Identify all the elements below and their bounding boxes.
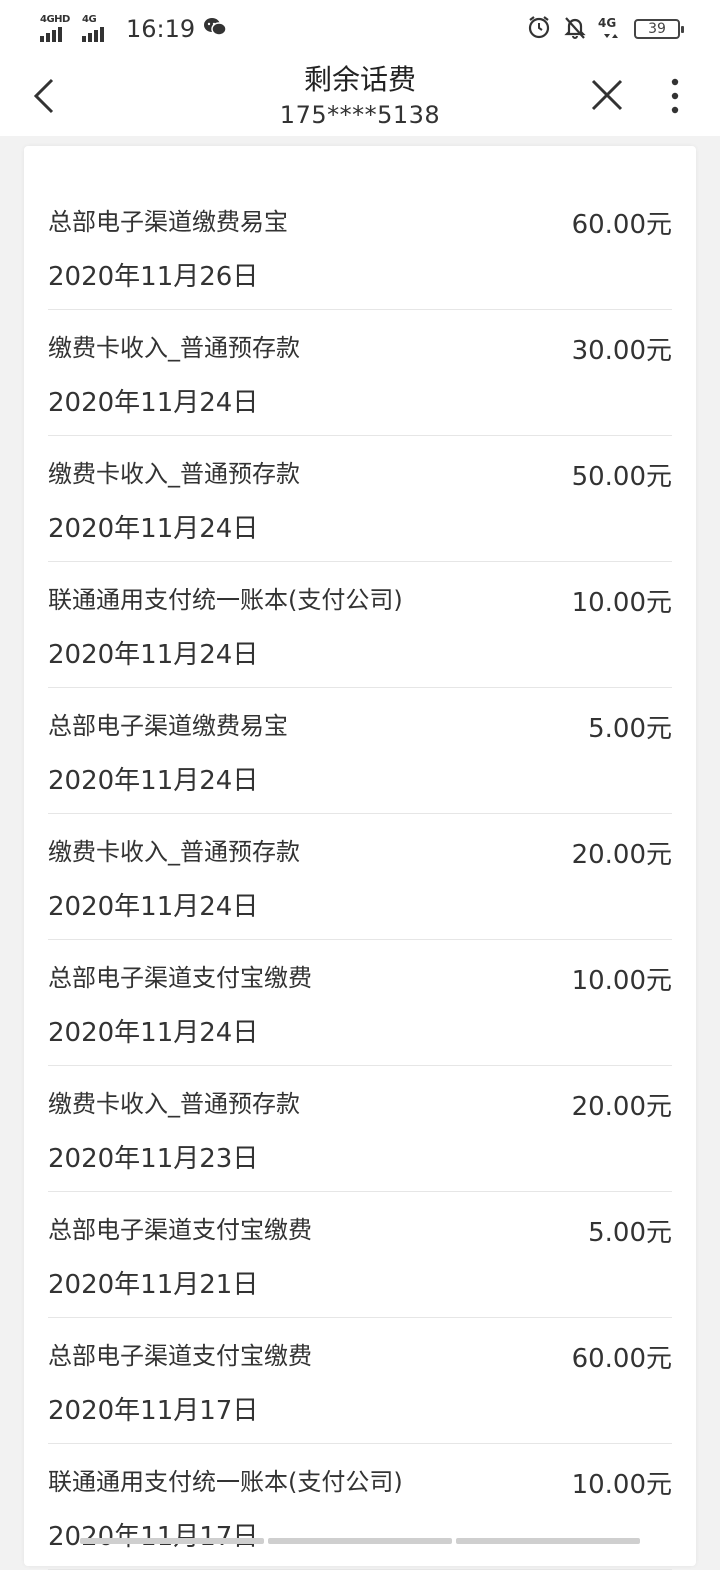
record-name: 缴费卡收入_普通预存款 bbox=[48, 334, 300, 362]
bottom-edge bbox=[80, 1538, 640, 1544]
list-item[interactable]: 缴费卡收入_普通预存款 20.00元 2020年11月23日 bbox=[48, 1066, 672, 1192]
record-amount: 60.00元 bbox=[571, 210, 672, 240]
record-date: 2020年11月24日 bbox=[48, 892, 259, 922]
record-date: 2020年11月21日 bbox=[48, 1270, 259, 1300]
record-name: 联通通用支付统一账本(支付公司) bbox=[48, 586, 403, 614]
alarm-icon bbox=[526, 14, 552, 44]
record-date: 2020年11月23日 bbox=[48, 1144, 259, 1174]
record-name: 总部电子渠道缴费易宝 bbox=[48, 712, 288, 740]
network-4g-icon: 4G bbox=[598, 16, 624, 42]
close-button[interactable] bbox=[588, 76, 626, 114]
record-amount: 60.00元 bbox=[571, 1344, 672, 1374]
status-time: 16:19 bbox=[126, 15, 196, 43]
record-amount: 5.00元 bbox=[588, 714, 672, 744]
more-vertical-icon bbox=[671, 78, 679, 114]
back-button[interactable] bbox=[28, 76, 64, 116]
record-date: 2020年11月24日 bbox=[48, 388, 259, 418]
status-right: 4G 39 bbox=[526, 14, 684, 44]
close-icon bbox=[591, 79, 623, 111]
signal1-label: 4GHD bbox=[40, 14, 70, 25]
list-item[interactable]: 总部电子渠道支付宝缴费 60.00元 2020年11月17日 bbox=[48, 1318, 672, 1444]
status-bar: 4GHD 4G 16:19 4G 39 bbox=[0, 0, 720, 58]
record-name: 总部电子渠道缴费易宝 bbox=[48, 208, 288, 236]
record-date: 2020年11月17日 bbox=[48, 1396, 259, 1426]
list-item[interactable]: 总部电子渠道缴费易宝 5.00元 2020年11月24日 bbox=[48, 688, 672, 814]
battery-level: 39 bbox=[648, 21, 666, 37]
record-date: 2020年11月24日 bbox=[48, 766, 259, 796]
record-name: 缴费卡收入_普通预存款 bbox=[48, 1090, 300, 1118]
record-amount: 20.00元 bbox=[571, 1092, 672, 1122]
record-name: 总部电子渠道支付宝缴费 bbox=[48, 964, 312, 992]
record-date: 2020年11月26日 bbox=[48, 262, 259, 292]
battery-icon: 39 bbox=[634, 19, 684, 39]
page-title: 剩余话费 bbox=[303, 63, 416, 96]
record-amount: 10.00元 bbox=[571, 588, 672, 618]
record-amount: 20.00元 bbox=[571, 840, 672, 870]
record-date: 2020年11月24日 bbox=[48, 640, 259, 670]
record-name: 缴费卡收入_普通预存款 bbox=[48, 460, 300, 488]
list-item[interactable]: 总部电子渠道支付宝缴费 10.00元 2020年11月24日 bbox=[48, 940, 672, 1066]
list-item[interactable]: 缴费卡收入_普通预存款 20.00元 2020年11月24日 bbox=[48, 814, 672, 940]
record-date: 2020年11月17日 bbox=[48, 1522, 259, 1552]
list-item[interactable]: 总部电子渠道缴费易宝 60.00元 2020年11月26日 bbox=[48, 184, 672, 310]
nav-title-group: 剩余话费 175****5138 bbox=[160, 60, 560, 130]
signal2-label: 4G bbox=[82, 14, 97, 25]
mute-bell-icon bbox=[562, 14, 588, 44]
record-name: 总部电子渠道支付宝缴费 bbox=[48, 1216, 312, 1244]
list-item[interactable]: 总部电子渠道支付宝缴费 5.00元 2020年11月21日 bbox=[48, 1192, 672, 1318]
record-amount: 10.00元 bbox=[571, 966, 672, 996]
list-item[interactable]: 联通通用支付统一账本(支付公司) 10.00元 2020年11月17日 bbox=[48, 1444, 672, 1570]
list-item[interactable]: 缴费卡收入_普通预存款 50.00元 2020年11月24日 bbox=[48, 436, 672, 562]
phone-number: 175****5138 bbox=[279, 101, 441, 129]
record-amount: 30.00元 bbox=[571, 336, 672, 366]
records-list: 总部电子渠道缴费易宝 60.00元 2020年11月26日缴费卡收入_普通预存款 30… bbox=[48, 184, 672, 1570]
status-left: 4GHD 4G 16:19 bbox=[40, 12, 227, 46]
record-name: 联通通用支付统一账本(支付公司) bbox=[48, 1468, 403, 1496]
records-card: 总部电子渠道缴费易宝 60.00元 2020年11月26日缴费卡收入_普通预存款 30… bbox=[24, 146, 696, 1570]
record-amount: 10.00元 bbox=[571, 1470, 672, 1500]
more-button[interactable] bbox=[660, 76, 690, 116]
record-date: 2020年11月24日 bbox=[48, 514, 259, 544]
record-amount: 50.00元 bbox=[571, 462, 672, 492]
list-item[interactable]: 联通通用支付统一账本(支付公司) 10.00元 2020年11月24日 bbox=[48, 562, 672, 688]
nav-bar: 剩余话费 175****5138 bbox=[0, 58, 720, 136]
wechat-icon bbox=[203, 16, 227, 42]
record-name: 缴费卡收入_普通预存款 bbox=[48, 838, 300, 866]
signal-4g-icon: 4G bbox=[82, 14, 116, 44]
record-amount: 5.00元 bbox=[588, 1218, 672, 1248]
record-date: 2020年11月24日 bbox=[48, 1018, 259, 1048]
signal-4ghd-icon: 4GHD bbox=[40, 14, 74, 44]
list-item[interactable]: 缴费卡收入_普通预存款 30.00元 2020年11月24日 bbox=[48, 310, 672, 436]
chevron-left-icon bbox=[33, 78, 54, 114]
record-name: 总部电子渠道支付宝缴费 bbox=[48, 1342, 312, 1370]
